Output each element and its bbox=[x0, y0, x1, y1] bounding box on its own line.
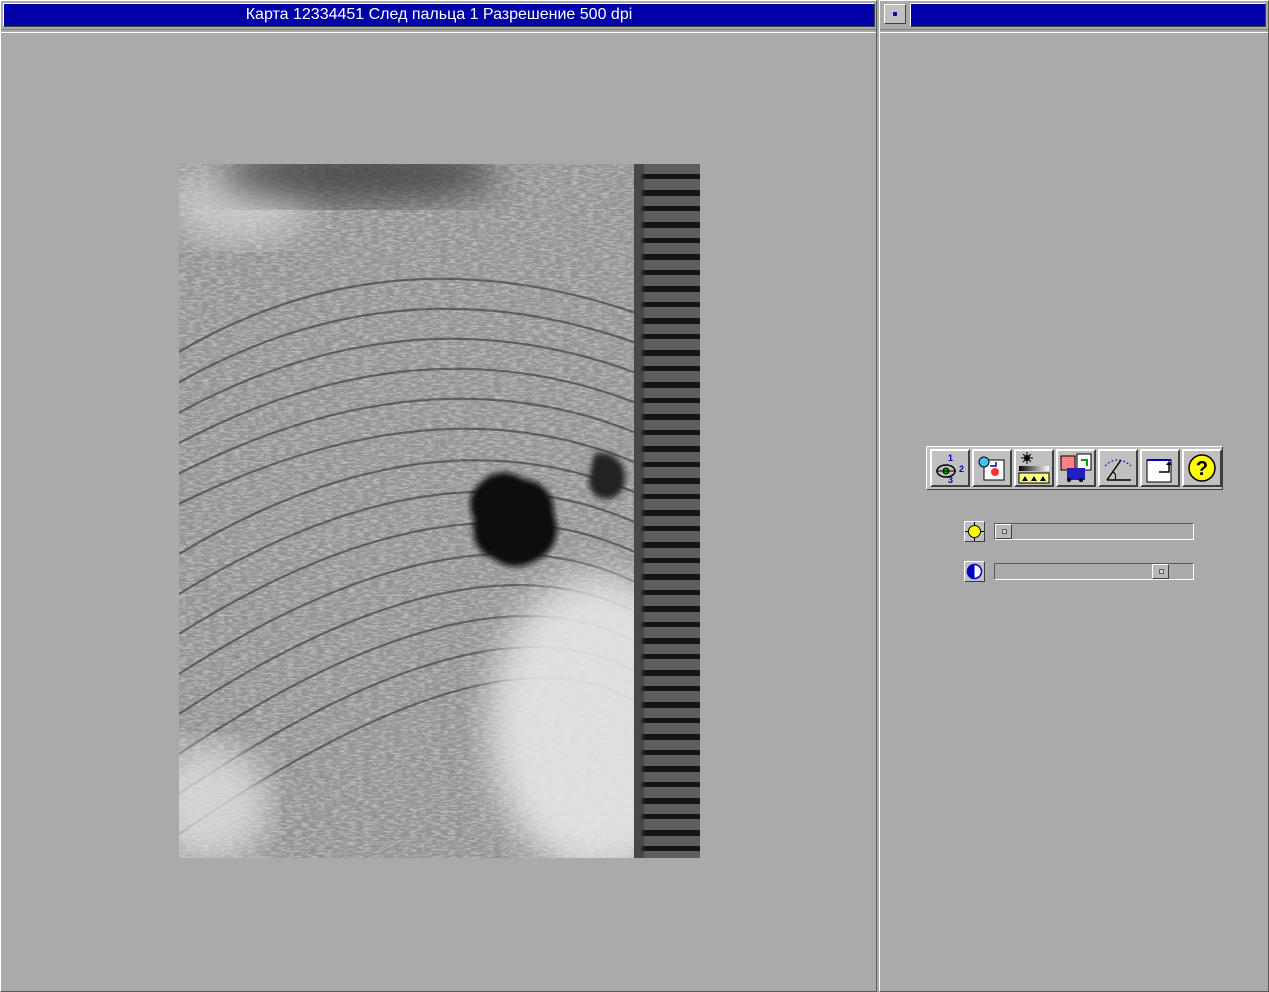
image-title-bar[interactable]: Карта 12334451 След пальца 1 Разрешение … bbox=[3, 3, 875, 27]
title-divider bbox=[1, 29, 876, 33]
fingerprint-image[interactable] bbox=[179, 164, 700, 858]
help-icon: ? bbox=[1188, 454, 1216, 482]
svg-text:1: 1 bbox=[948, 453, 953, 463]
contrast-slider-thumb[interactable] bbox=[1152, 564, 1169, 579]
brightness-slider[interactable] bbox=[994, 523, 1194, 540]
help-button[interactable]: ? bbox=[1182, 449, 1222, 487]
image-view-pane: Карта 12334451 След пальца 1 Разрешение … bbox=[0, 0, 877, 992]
image-toolbar: 1 2 3 ? bbox=[926, 446, 1223, 490]
tools-pane: 1 2 3 ? bbox=[879, 0, 1269, 992]
convert-button[interactable] bbox=[1056, 449, 1096, 487]
brightness-levels-icon bbox=[1018, 452, 1050, 484]
levels-button[interactable] bbox=[1014, 449, 1054, 487]
contrast-icon-button[interactable] bbox=[964, 561, 985, 582]
sun-icon bbox=[965, 522, 984, 541]
contrast-icon bbox=[966, 563, 983, 580]
color-convert-icon bbox=[1060, 453, 1092, 482]
crop-export-icon bbox=[1146, 459, 1172, 483]
rotate-123-icon: 1 2 3 bbox=[936, 453, 964, 484]
export-button[interactable] bbox=[1140, 449, 1180, 487]
tools-title-bar[interactable] bbox=[910, 3, 1266, 27]
image-title: Карта 12334451 След пальца 1 Разрешение … bbox=[245, 6, 633, 23]
transform-button[interactable] bbox=[972, 449, 1012, 487]
brightness-control bbox=[964, 521, 1196, 543]
contrast-control bbox=[964, 561, 1196, 583]
image-transform-icon bbox=[978, 456, 1005, 481]
svg-text:?: ? bbox=[1196, 458, 1208, 480]
window-menu-button[interactable] bbox=[884, 4, 906, 24]
angle-button[interactable] bbox=[1098, 449, 1138, 487]
svg-text:2: 2 bbox=[959, 464, 964, 474]
window-menu-icon bbox=[893, 12, 897, 16]
brightness-slider-thumb[interactable] bbox=[995, 524, 1012, 539]
angle-measure-icon bbox=[1104, 459, 1132, 481]
rotate-button[interactable]: 1 2 3 bbox=[930, 449, 970, 487]
tools-title-divider bbox=[880, 29, 1268, 33]
contrast-slider[interactable] bbox=[994, 563, 1194, 580]
brightness-icon-button[interactable] bbox=[964, 521, 985, 542]
